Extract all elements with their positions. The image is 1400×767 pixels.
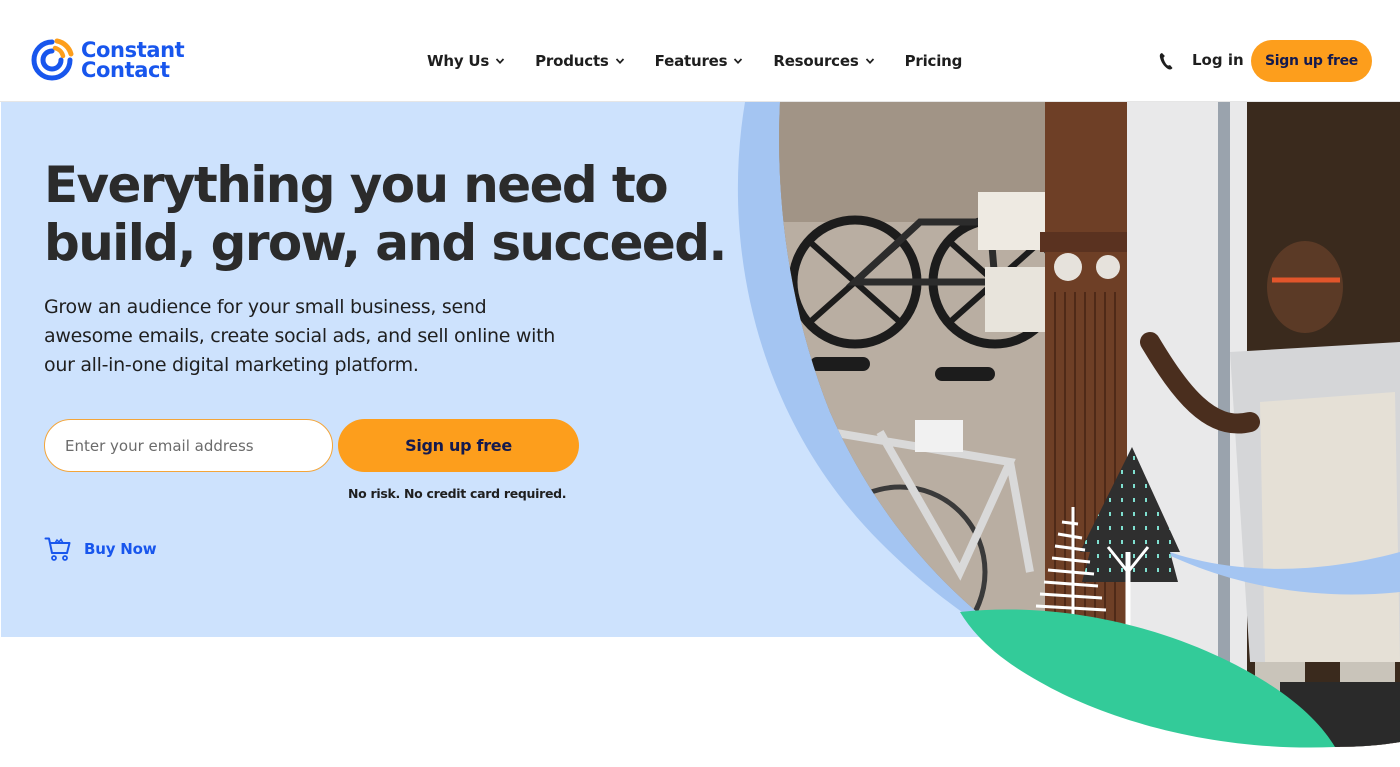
logo-text-line1: Constant [81, 38, 185, 62]
hero-headline: Everything you need to build, grow, and … [44, 156, 727, 272]
logo-link[interactable]: Constant Contact [30, 38, 185, 82]
nav-label: Pricing [904, 52, 963, 70]
login-link[interactable]: Log in [1192, 51, 1244, 69]
hero-signup-button[interactable]: Sign up free [338, 419, 579, 472]
no-risk-disclaimer: No risk. No credit card required. [348, 486, 567, 501]
price-tag-690 [915, 420, 963, 452]
chevron-down-icon [615, 58, 624, 65]
sign-bike-rental [978, 192, 1046, 250]
shopping-cart-icon [44, 537, 71, 561]
hero-headline-line2: build, grow, and succeed. [44, 214, 727, 272]
chevron-down-icon [865, 58, 874, 65]
buy-now-link[interactable]: Buy Now [44, 535, 157, 563]
nav-label: Resources [773, 52, 859, 70]
phone-icon[interactable] [1157, 51, 1175, 71]
nav-label: Features [654, 52, 728, 70]
email-input[interactable] [44, 419, 333, 472]
buy-now-label: Buy Now [84, 540, 157, 558]
hero-subtext: Grow an audience for your small business… [44, 296, 556, 376]
chevron-down-icon [496, 58, 505, 65]
nav-label: Products [535, 52, 609, 70]
logo-wordmark: Constant Contact [81, 38, 185, 82]
page: Constant Contact Why Us Products Feature… [0, 0, 1400, 767]
nav-item-pricing[interactable]: Pricing [905, 52, 963, 70]
main-nav: Why Us Products Features Resources Prici… [427, 48, 962, 74]
chevron-down-icon [734, 58, 743, 65]
sign-bike-repair [985, 267, 1045, 332]
nav-item-features[interactable]: Features [655, 52, 744, 70]
nav-item-why-us[interactable]: Why Us [427, 52, 505, 70]
hero-headline-line1: Everything you need to [44, 156, 669, 214]
logo-text-line2: Contact [81, 58, 170, 82]
nav-item-resources[interactable]: Resources [773, 52, 874, 70]
header-signup-button[interactable]: Sign up free [1251, 40, 1372, 82]
site-header: Constant Contact Why Us Products Feature… [0, 0, 1400, 102]
nav-item-products[interactable]: Products [535, 52, 625, 70]
nav-label: Why Us [427, 52, 490, 70]
constant-contact-logo-icon [31, 38, 74, 81]
